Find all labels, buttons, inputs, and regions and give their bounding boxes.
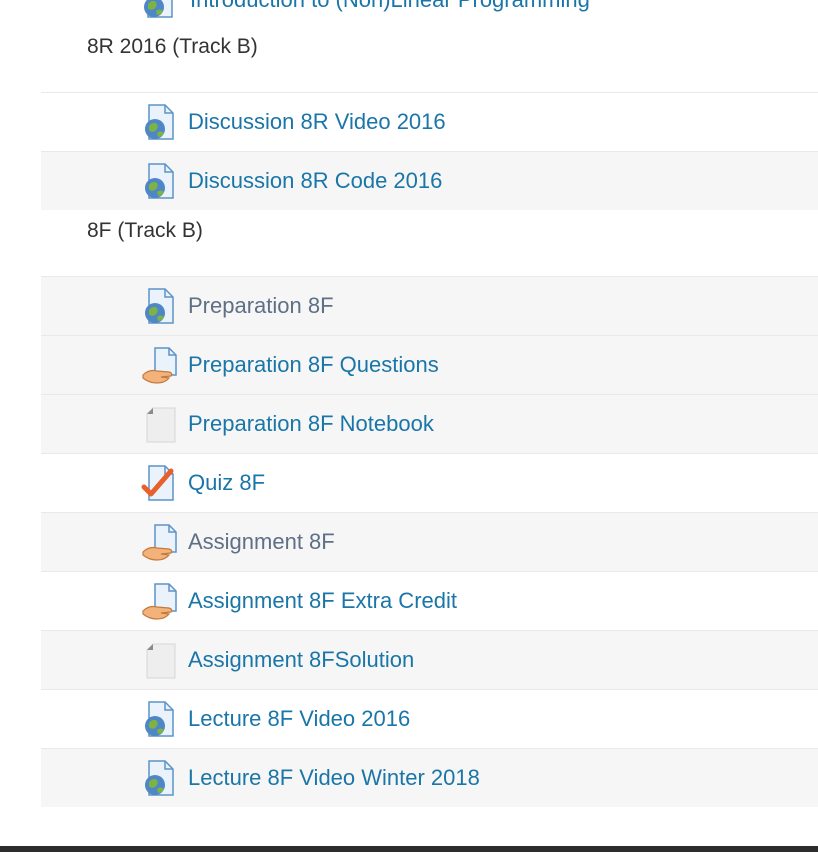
activity-item-assignment-8f-extra-credit[interactable]: Assignment 8F Extra Credit	[41, 571, 818, 630]
activity-item-intro-programming[interactable]: Introduction to (Non)Linear Programming	[140, 0, 590, 18]
activity-link-label[interactable]: Discussion 8R Video 2016	[188, 109, 446, 135]
activity-item-assignment-8f[interactable]: Assignment 8F	[41, 512, 818, 571]
page-footer-bar	[0, 846, 818, 852]
activity-link-label[interactable]: Preparation 8F Notebook	[188, 411, 434, 437]
quiz-check-icon	[141, 463, 181, 503]
activity-item-lecture-8f-video-2016[interactable]: Lecture 8F Video 2016	[41, 689, 818, 748]
activity-item-preparation-8f-notebook[interactable]: Preparation 8F Notebook	[41, 394, 818, 453]
activity-link-label[interactable]: Lecture 8F Video 2016	[188, 706, 410, 732]
section-heading-8f: 8F (Track B)	[87, 219, 203, 242]
activity-item-discussion-8r-code-2016[interactable]: Discussion 8R Code 2016	[41, 151, 818, 210]
assignment-hand-icon	[141, 345, 181, 385]
assignment-hand-icon	[141, 522, 181, 562]
activity-link-label[interactable]: Preparation 8F	[188, 293, 334, 319]
activity-link-label[interactable]: Quiz 8F	[188, 470, 265, 496]
activity-item-discussion-8r-video-2016[interactable]: Discussion 8R Video 2016	[41, 92, 818, 151]
activity-link-label[interactable]: Assignment 8F Extra Credit	[188, 588, 457, 614]
activity-link-label[interactable]: Assignment 8F	[188, 529, 335, 555]
activity-item-assignment-8f-solution[interactable]: Assignment 8FSolution	[41, 630, 818, 689]
globe-icon	[141, 699, 181, 739]
activity-item-preparation-8f[interactable]: Preparation 8F	[41, 276, 818, 335]
activity-link-label[interactable]: Lecture 8F Video Winter 2018	[188, 765, 480, 791]
globe-icon	[141, 161, 181, 201]
section-heading-8r-2016: 8R 2016 (Track B)	[87, 35, 258, 58]
activity-link-label[interactable]: Introduction to (Non)Linear Programming	[190, 0, 590, 13]
activity-link-label[interactable]: Discussion 8R Code 2016	[188, 168, 442, 194]
file-icon	[141, 404, 181, 444]
activity-item-lecture-8f-video-winter-2018[interactable]: Lecture 8F Video Winter 2018	[41, 748, 818, 807]
globe-icon	[140, 0, 180, 20]
globe-icon	[141, 758, 181, 798]
activity-link-label[interactable]: Preparation 8F Questions	[188, 352, 439, 378]
file-icon	[141, 640, 181, 680]
globe-icon	[141, 102, 181, 142]
activity-item-preparation-8f-questions[interactable]: Preparation 8F Questions	[41, 335, 818, 394]
assignment-hand-icon	[141, 581, 181, 621]
course-page: Introduction to (Non)Linear Programming …	[0, 0, 818, 852]
activity-item-quiz-8f[interactable]: Quiz 8F	[41, 453, 818, 512]
activity-link-label[interactable]: Assignment 8FSolution	[188, 647, 414, 673]
globe-icon	[141, 286, 181, 326]
